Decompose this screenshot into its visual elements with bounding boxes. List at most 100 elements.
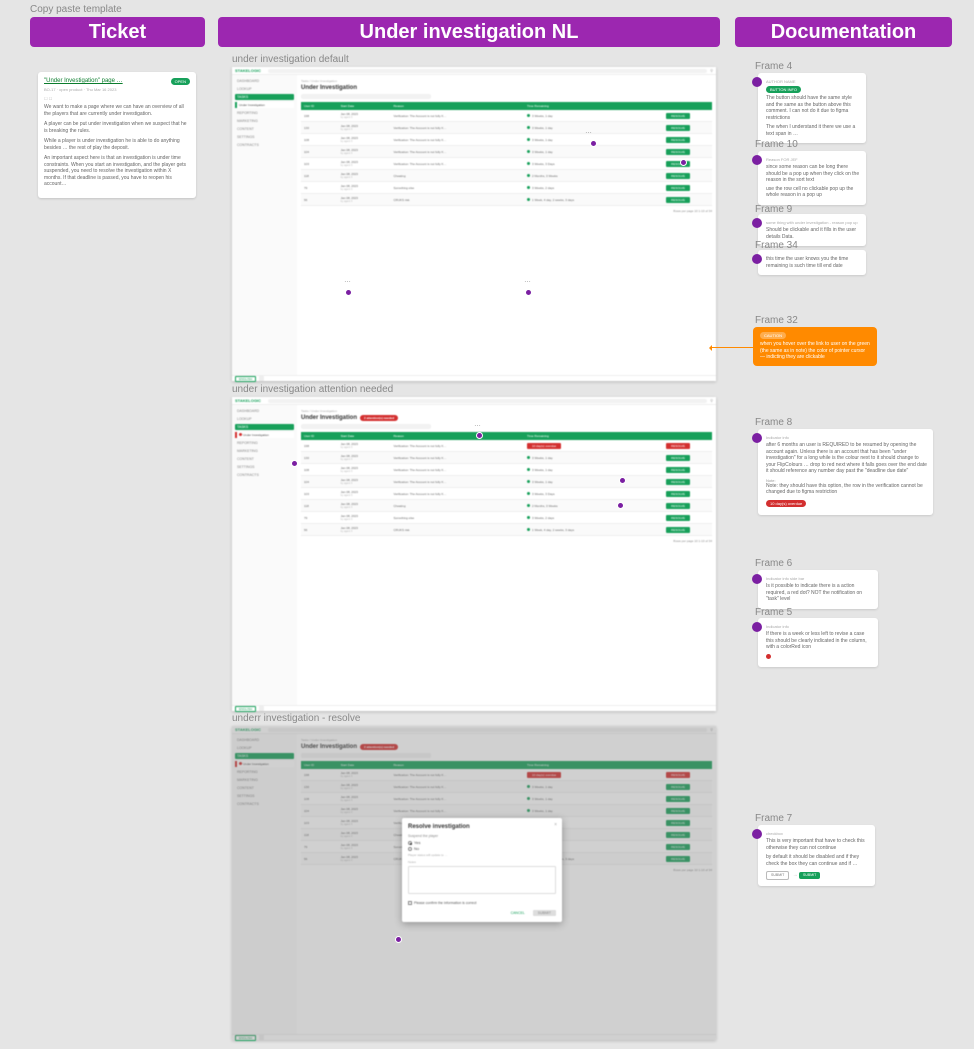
table-row[interactable]: 118Jan 08, 2023by agent XCheating2 Month…	[301, 500, 712, 512]
resolve-button[interactable]: RESOLVE	[666, 527, 690, 533]
col-userid[interactable]: User ID	[301, 432, 338, 440]
sidebar-marketing[interactable]: MARKETING	[235, 448, 294, 454]
col-time[interactable]: Time Remaining	[524, 102, 644, 110]
resolve-button[interactable]: RESOLVE	[666, 113, 690, 119]
cell-reason[interactable]: Something else	[390, 512, 524, 524]
cell-reason[interactable]: Verification: The Account is not fully K…	[390, 464, 524, 476]
sidebar-content[interactable]: CONTENT	[235, 126, 294, 132]
cell-userid[interactable]: 79	[301, 512, 338, 524]
table-row[interactable]: 103Jan 08, 2023by agent XVerification: T…	[301, 488, 712, 500]
annotation-dot[interactable]	[476, 432, 483, 439]
cell-userid[interactable]: 104	[301, 476, 338, 488]
annotation-dot[interactable]	[291, 460, 298, 467]
resolve-button[interactable]: RESOLVE	[666, 137, 690, 143]
table-row[interactable]: 79Jan 08, 2023by agent XSomething else3 …	[301, 512, 712, 524]
resolve-button[interactable]: RESOLVE	[666, 197, 690, 203]
pagination[interactable]: Rows per page 10 1-10 of 34	[301, 209, 712, 213]
confirm-checkbox[interactable]	[408, 901, 412, 905]
sidebar-tasks[interactable]: TASKS	[235, 94, 294, 100]
col-userid[interactable]: User ID	[301, 102, 338, 110]
cell-reason[interactable]: Verification: The Account is not fully K…	[390, 122, 524, 134]
cell-userid[interactable]: 198	[301, 110, 338, 122]
table-row[interactable]: 108Jan 08, 2023by agent XVerification: T…	[301, 464, 712, 476]
resolve-button[interactable]: RESOLVE	[666, 173, 690, 179]
sidebar-contracts[interactable]: CONTRACTS	[235, 142, 294, 148]
annotation-dot[interactable]	[590, 140, 597, 147]
table-row[interactable]: 118Jan 08, 2023by agent XCheating2 Month…	[301, 170, 712, 182]
cell-reason[interactable]: Verification: The Account is not fully K…	[390, 440, 524, 452]
col-startdate[interactable]: Start Date	[338, 432, 391, 440]
cell-reason[interactable]: Cheating	[390, 500, 524, 512]
resolve-button[interactable]: RESOLVE	[666, 491, 690, 497]
cell-userid[interactable]: 103	[301, 158, 338, 170]
cell-userid[interactable]: 198	[301, 440, 338, 452]
annotation-dot[interactable]	[619, 477, 626, 484]
table-search[interactable]	[301, 94, 431, 99]
table-row[interactable]: 198Jan 08, 2023by agent XVerification: T…	[301, 110, 712, 122]
sidebar-settings[interactable]: SETTINGS	[235, 464, 294, 470]
resolve-button[interactable]: RESOLVE	[666, 503, 690, 509]
table-row[interactable]: 104Jan 08, 2023by agent XVerification: T…	[301, 146, 712, 158]
cancel-button[interactable]: CANCEL	[506, 910, 530, 916]
resolve-button[interactable]: RESOLVE	[666, 185, 690, 191]
table-row[interactable]: 56Jan 08, 2023by agent XCRUKS risk1 Week…	[301, 524, 712, 536]
resolve-button[interactable]: RESOLVE	[666, 443, 690, 449]
cell-userid[interactable]: 103	[301, 488, 338, 500]
sidebar-contracts[interactable]: CONTRACTS	[235, 472, 294, 478]
sidebar-dashboard[interactable]: DASHBOARD	[235, 78, 294, 84]
col-startdate[interactable]: Start Date	[338, 102, 391, 110]
resolve-button[interactable]: RESOLVE	[666, 515, 690, 521]
cell-reason[interactable]: Verification: The Account is not fully K…	[390, 476, 524, 488]
resolve-button[interactable]: RESOLVE	[666, 455, 690, 461]
cell-userid[interactable]: 118	[301, 170, 338, 182]
cell-reason[interactable]: Verification: The Account is not fully K…	[390, 158, 524, 170]
cell-userid[interactable]: 118	[301, 500, 338, 512]
cell-reason[interactable]: Verification: The Account is not fully K…	[390, 134, 524, 146]
cell-reason[interactable]: Verification: The Account is not fully K…	[390, 452, 524, 464]
table-row[interactable]: 79Jan 08, 2023by agent XSomething else3 …	[301, 182, 712, 194]
annotation-dot[interactable]	[617, 502, 624, 509]
global-search[interactable]	[268, 69, 707, 73]
resolve-button[interactable]: RESOLVE	[666, 125, 690, 131]
cell-reason[interactable]: Verification: The Account is not fully K…	[390, 146, 524, 158]
annotation-dot[interactable]	[395, 936, 402, 943]
table-row[interactable]: 198Jan 08, 2023by agent XVerification: T…	[301, 440, 712, 452]
cell-userid[interactable]: 104	[301, 146, 338, 158]
cell-userid[interactable]: 108	[301, 134, 338, 146]
sidebar-under-investigation[interactable]: Under Investigation	[235, 102, 294, 108]
resolve-button[interactable]: RESOLVE	[666, 479, 690, 485]
sidebar-tasks[interactable]: TASKS	[235, 424, 294, 430]
cell-userid[interactable]: 79	[301, 182, 338, 194]
annotation-dot[interactable]	[525, 289, 532, 296]
pagination[interactable]: Rows per page 10 1-10 of 34	[301, 539, 712, 543]
resolve-button[interactable]: RESOLVE	[666, 467, 690, 473]
submit-button[interactable]: SUBMIT	[533, 910, 556, 916]
col-reason[interactable]: Reason	[390, 102, 524, 110]
cell-reason[interactable]: Cheating	[390, 170, 524, 182]
table-row[interactable]: 130Jan 08, 2023by agent XVerification: T…	[301, 452, 712, 464]
cell-reason[interactable]: Something else	[390, 182, 524, 194]
cell-userid[interactable]: 130	[301, 122, 338, 134]
annotation-dot[interactable]	[345, 289, 352, 296]
sidebar-settings[interactable]: SETTINGS	[235, 134, 294, 140]
cell-userid[interactable]: 56	[301, 194, 338, 206]
sidebar-reporting[interactable]: REPORTING	[235, 440, 294, 446]
annotation-dot[interactable]	[680, 159, 687, 166]
table-row[interactable]: 56Jan 08, 2023by agent XCRUKS risk1 Week…	[301, 194, 712, 206]
radio-no[interactable]: No	[408, 846, 556, 851]
sidebar-lookup[interactable]: LOOKUP	[235, 86, 294, 92]
table-row[interactable]: 104Jan 08, 2023by agent XVerification: T…	[301, 476, 712, 488]
sidebar-lookup[interactable]: LOOKUP	[235, 416, 294, 422]
sidebar-content[interactable]: CONTENT	[235, 456, 294, 462]
sidebar-under-investigation[interactable]: Under Investigation	[235, 432, 294, 438]
cell-userid[interactable]: 130	[301, 452, 338, 464]
language-selector[interactable]: ENGLISH	[235, 706, 256, 712]
table-row[interactable]: 103Jan 08, 2023by agent XVerification: T…	[301, 158, 712, 170]
cell-userid[interactable]: 56	[301, 524, 338, 536]
ticket-title-link[interactable]: "Under Investigation" page …	[44, 78, 123, 84]
col-reason[interactable]: Reason	[390, 432, 524, 440]
notes-textarea[interactable]	[408, 866, 556, 894]
col-time[interactable]: Time Remaining	[524, 432, 644, 440]
table-row[interactable]: 130Jan 08, 2023by agent XVerification: T…	[301, 122, 712, 134]
sidebar-dashboard[interactable]: DASHBOARD	[235, 408, 294, 414]
